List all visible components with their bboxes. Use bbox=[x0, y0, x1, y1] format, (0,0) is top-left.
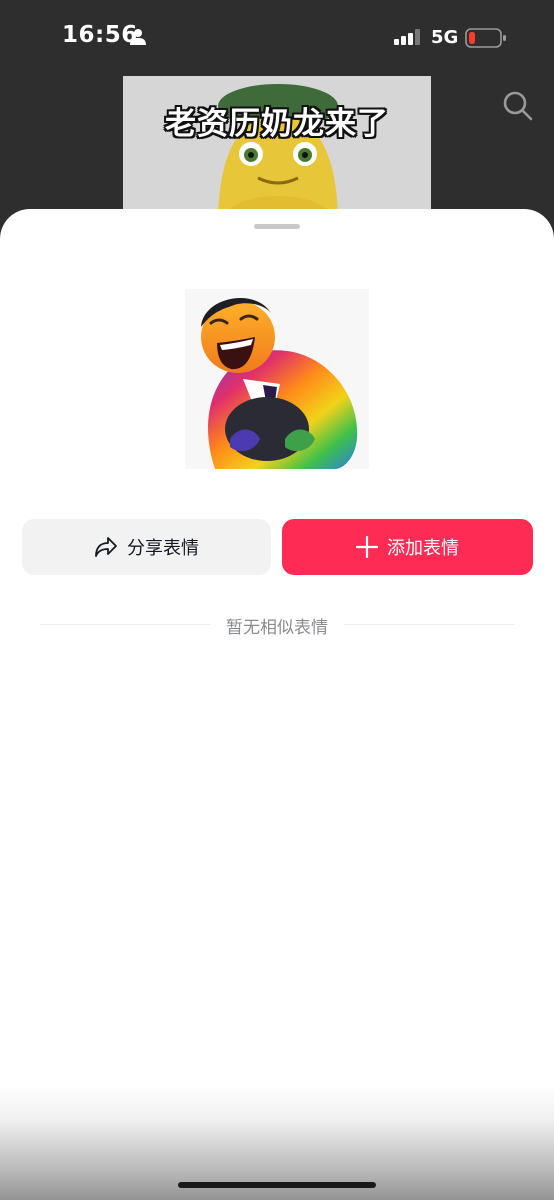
sticker-preview[interactable] bbox=[185, 289, 369, 469]
home-indicator[interactable] bbox=[178, 1182, 376, 1188]
status-bar: 16:56 5G bbox=[0, 0, 554, 72]
plus-icon bbox=[356, 536, 378, 558]
add-sticker-button[interactable]: 添加表情 bbox=[282, 519, 533, 575]
add-sticker-label: 添加表情 bbox=[387, 538, 459, 559]
signal-icon bbox=[394, 29, 420, 45]
battery-low-icon bbox=[465, 28, 506, 48]
network-type: 5G bbox=[431, 27, 459, 48]
search-button[interactable] bbox=[500, 88, 536, 124]
share-sticker-button[interactable]: 分享表情 bbox=[22, 519, 271, 575]
search-icon bbox=[503, 91, 533, 121]
no-similar-stickers: 暂无相似表情 bbox=[40, 611, 514, 638]
share-sticker-label: 分享表情 bbox=[127, 538, 199, 559]
sticker-image bbox=[185, 289, 369, 469]
status-time: 16:56 bbox=[62, 22, 138, 48]
sheet-drag-handle[interactable] bbox=[254, 224, 300, 229]
video-caption: 老资历奶龙来了 bbox=[165, 106, 389, 142]
screen: 老资历奶龙来了 16:56 5G 分享表情 添加表情 暂无相似表情 bbox=[0, 0, 554, 1200]
sticker-bottom-sheet: 分享表情 添加表情 暂无相似表情 bbox=[0, 209, 554, 1200]
person-icon bbox=[130, 29, 146, 45]
share-arrow-icon bbox=[95, 537, 117, 557]
no-similar-stickers-text: 暂无相似表情 bbox=[226, 618, 328, 638]
